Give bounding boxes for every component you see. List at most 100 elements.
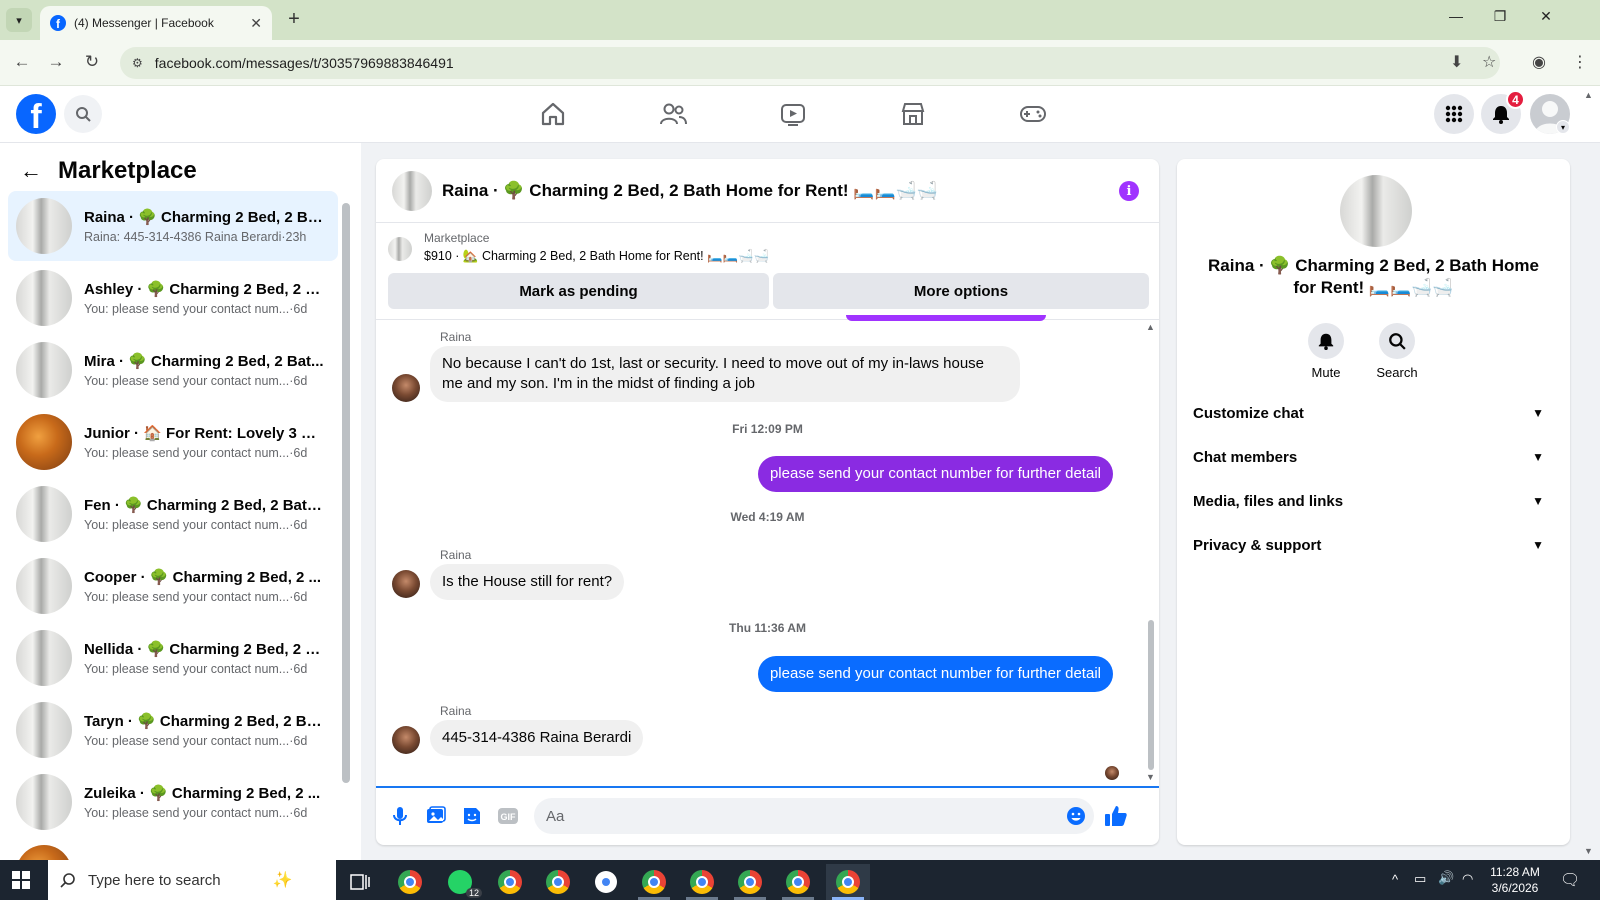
- windows-start-icon[interactable]: [12, 871, 30, 889]
- tab-search-button[interactable]: ▾: [6, 8, 32, 32]
- conversation-item-nellida[interactable]: Nellida · 🌳 Charming 2 Bed, 2 B... You: …: [8, 623, 338, 693]
- back-button[interactable]: ←: [10, 52, 34, 72]
- scroll-up-arrow-icon[interactable]: ▲: [1146, 322, 1155, 332]
- forward-button[interactable]: →: [44, 52, 68, 72]
- close-window-button[interactable]: ✕: [1534, 8, 1558, 25]
- taskbar-clock[interactable]: 11:28 AM 3/6/2026: [1480, 864, 1550, 896]
- taskbar-app-icon[interactable]: [584, 864, 628, 900]
- section-customize-chat[interactable]: Customize chat ▼: [1193, 393, 1554, 433]
- outgoing-message[interactable]: please send your contact number for furt…: [757, 656, 1113, 692]
- site-info-icon[interactable]: ⚙: [132, 56, 143, 70]
- wifi-icon[interactable]: ◠: [1462, 871, 1473, 887]
- notifications-button[interactable]: 4: [1481, 90, 1525, 134]
- section-label: Media, files and links: [1193, 492, 1344, 510]
- conversation-item-raina[interactable]: Raina · 🌳 Charming 2 Bed, 2 Ba... Raina:…: [8, 191, 338, 261]
- sender-avatar[interactable]: [392, 570, 420, 598]
- taskbar-chrome-icon[interactable]: [680, 864, 724, 900]
- voice-clip-icon[interactable]: [388, 804, 412, 828]
- browser-menu-icon[interactable]: ⋮: [1572, 52, 1588, 72]
- facebook-logo-icon[interactable]: f: [16, 94, 56, 134]
- facebook-search-button[interactable]: [64, 95, 102, 133]
- taskbar-whatsapp-icon[interactable]: 12: [438, 864, 482, 900]
- mark-as-pending-button[interactable]: Mark as pending: [388, 273, 769, 309]
- taskbar-chrome-icon[interactable]: [536, 864, 580, 900]
- section-chat-members[interactable]: Chat members ▼: [1193, 437, 1554, 477]
- sticker-icon[interactable]: [460, 804, 484, 828]
- scroll-down-arrow-icon[interactable]: ▼: [1146, 772, 1155, 782]
- section-media-files-links[interactable]: Media, files and links ▼: [1193, 481, 1554, 521]
- chat-title[interactable]: Raina · 🌳 Charming 2 Bed, 2 Bath Home fo…: [442, 181, 938, 201]
- marketplace-nav-icon[interactable]: [898, 99, 928, 129]
- address-bar[interactable]: ⚙ facebook.com/messages/t/30357969883846…: [120, 47, 1500, 79]
- page-scroll-down-icon[interactable]: ▼: [1584, 846, 1593, 856]
- browser-tab-messenger[interactable]: f (4) Messenger | Facebook ✕: [40, 6, 272, 40]
- conversation-time: ·6d: [289, 374, 308, 388]
- conversation-time: ·6d: [289, 518, 308, 532]
- conversation-snippet: You: please send your contact num...: [84, 806, 290, 820]
- conversation-item-mira[interactable]: Mira · 🌳 Charming 2 Bed, 2 Bat... You: p…: [8, 335, 338, 405]
- conversation-snippet: You: please send your contact num...: [84, 518, 290, 532]
- sender-avatar[interactable]: [392, 374, 420, 402]
- conversation-item-zuleika[interactable]: Zuleika · 🌳 Charming 2 Bed, 2 ... You: p…: [8, 767, 338, 837]
- taskbar-chrome-active-icon[interactable]: [826, 864, 870, 900]
- new-tab-button[interactable]: +: [282, 8, 306, 31]
- install-app-icon[interactable]: ⬇: [1450, 52, 1463, 72]
- task-view-icon[interactable]: [338, 864, 382, 900]
- info-icon[interactable]: i: [1119, 181, 1139, 201]
- taskbar-chrome-icon[interactable]: [632, 864, 676, 900]
- conversation-item-junior[interactable]: Junior · 🏠 For Rent: Lovely 3 Be... You:…: [8, 407, 338, 477]
- battery-icon[interactable]: ▭: [1414, 871, 1426, 887]
- conversation-item-cooper[interactable]: Cooper · 🌳 Charming 2 Bed, 2 ... You: pl…: [8, 551, 338, 621]
- account-chevron-icon[interactable]: ▾: [1556, 120, 1570, 134]
- video-nav-icon[interactable]: [778, 99, 808, 129]
- search-in-chat-button[interactable]: Search: [1367, 323, 1427, 380]
- mute-button[interactable]: Mute: [1296, 323, 1356, 380]
- taskbar-search-box[interactable]: Type here to search ✨: [48, 860, 336, 900]
- sidebar-scrollbar[interactable]: [342, 203, 350, 783]
- taskbar-chrome-icon[interactable]: [776, 864, 820, 900]
- taskbar-chrome-icon[interactable]: [488, 864, 532, 900]
- incoming-message[interactable]: 445-314-4386 Raina Berardi: [430, 720, 644, 756]
- emoji-icon[interactable]: [1064, 804, 1088, 828]
- back-arrow-icon[interactable]: ←: [20, 158, 42, 184]
- incoming-message[interactable]: Is the House still for rent?: [430, 564, 625, 600]
- home-nav-icon[interactable]: [538, 99, 568, 129]
- incoming-message[interactable]: No because I can't do 1st, last or secur…: [430, 346, 1020, 402]
- conversation-item-fen[interactable]: Fen · 🌳 Charming 2 Bed, 2 Bath... You: p…: [8, 479, 338, 549]
- page-scroll-up-icon[interactable]: ▲: [1584, 90, 1593, 100]
- url-text: facebook.com/messages/t/3035796988384649…: [154, 55, 454, 71]
- taskbar-chrome-icon[interactable]: [388, 864, 432, 900]
- conversation-item-partial[interactable]: [8, 839, 338, 860]
- profile-icon[interactable]: ◉: [1532, 52, 1546, 72]
- volume-icon[interactable]: 🔊: [1438, 870, 1454, 886]
- tab-close-icon[interactable]: ✕: [250, 15, 262, 32]
- gif-icon[interactable]: GIF: [496, 804, 520, 828]
- conversation-item-taryn[interactable]: Taryn · 🌳 Charming 2 Bed, 2 Ba... You: p…: [8, 695, 338, 765]
- minimize-button[interactable]: —: [1444, 8, 1468, 24]
- chat-header-avatar[interactable]: [392, 170, 432, 211]
- conversation-time: ·6d: [289, 446, 308, 460]
- chat-info-avatar[interactable]: [1340, 175, 1412, 247]
- friends-nav-icon[interactable]: [658, 99, 688, 129]
- more-options-button[interactable]: More options: [773, 273, 1149, 309]
- gaming-nav-icon[interactable]: [1018, 99, 1048, 129]
- attach-photo-icon[interactable]: [424, 804, 448, 828]
- outgoing-message[interactable]: please send your contact number for furt…: [757, 456, 1113, 492]
- section-privacy-support[interactable]: Privacy & support ▼: [1193, 525, 1554, 565]
- chat-info-panel: Raina · 🌳 Charming 2 Bed, 2 Bath Home fo…: [1177, 159, 1570, 845]
- menu-grid-button[interactable]: [1434, 94, 1474, 134]
- message-input[interactable]: [534, 798, 1094, 834]
- notification-center-icon[interactable]: 🗨: [1560, 870, 1580, 890]
- show-hidden-icons-icon[interactable]: ^: [1392, 872, 1398, 887]
- chat-scrollbar[interactable]: [1148, 620, 1154, 770]
- restore-button[interactable]: ❐: [1488, 8, 1512, 25]
- timestamp: Thu 11:36 AM: [729, 621, 806, 635]
- browser-toolbar: ← → ↻ ⚙ facebook.com/messages/t/30357969…: [0, 40, 1600, 86]
- sender-avatar[interactable]: [392, 726, 420, 754]
- taskbar-chrome-icon[interactable]: [728, 864, 772, 900]
- listing-title: $910 · 🏡 Charming 2 Bed, 2 Bath Home for…: [424, 249, 770, 263]
- conversation-item-ashley[interactable]: Ashley · 🌳 Charming 2 Bed, 2 B... You: p…: [8, 263, 338, 333]
- thumbs-up-icon[interactable]: [1104, 804, 1128, 828]
- bookmark-star-icon[interactable]: ☆: [1482, 52, 1496, 72]
- reload-button[interactable]: ↻: [80, 52, 104, 72]
